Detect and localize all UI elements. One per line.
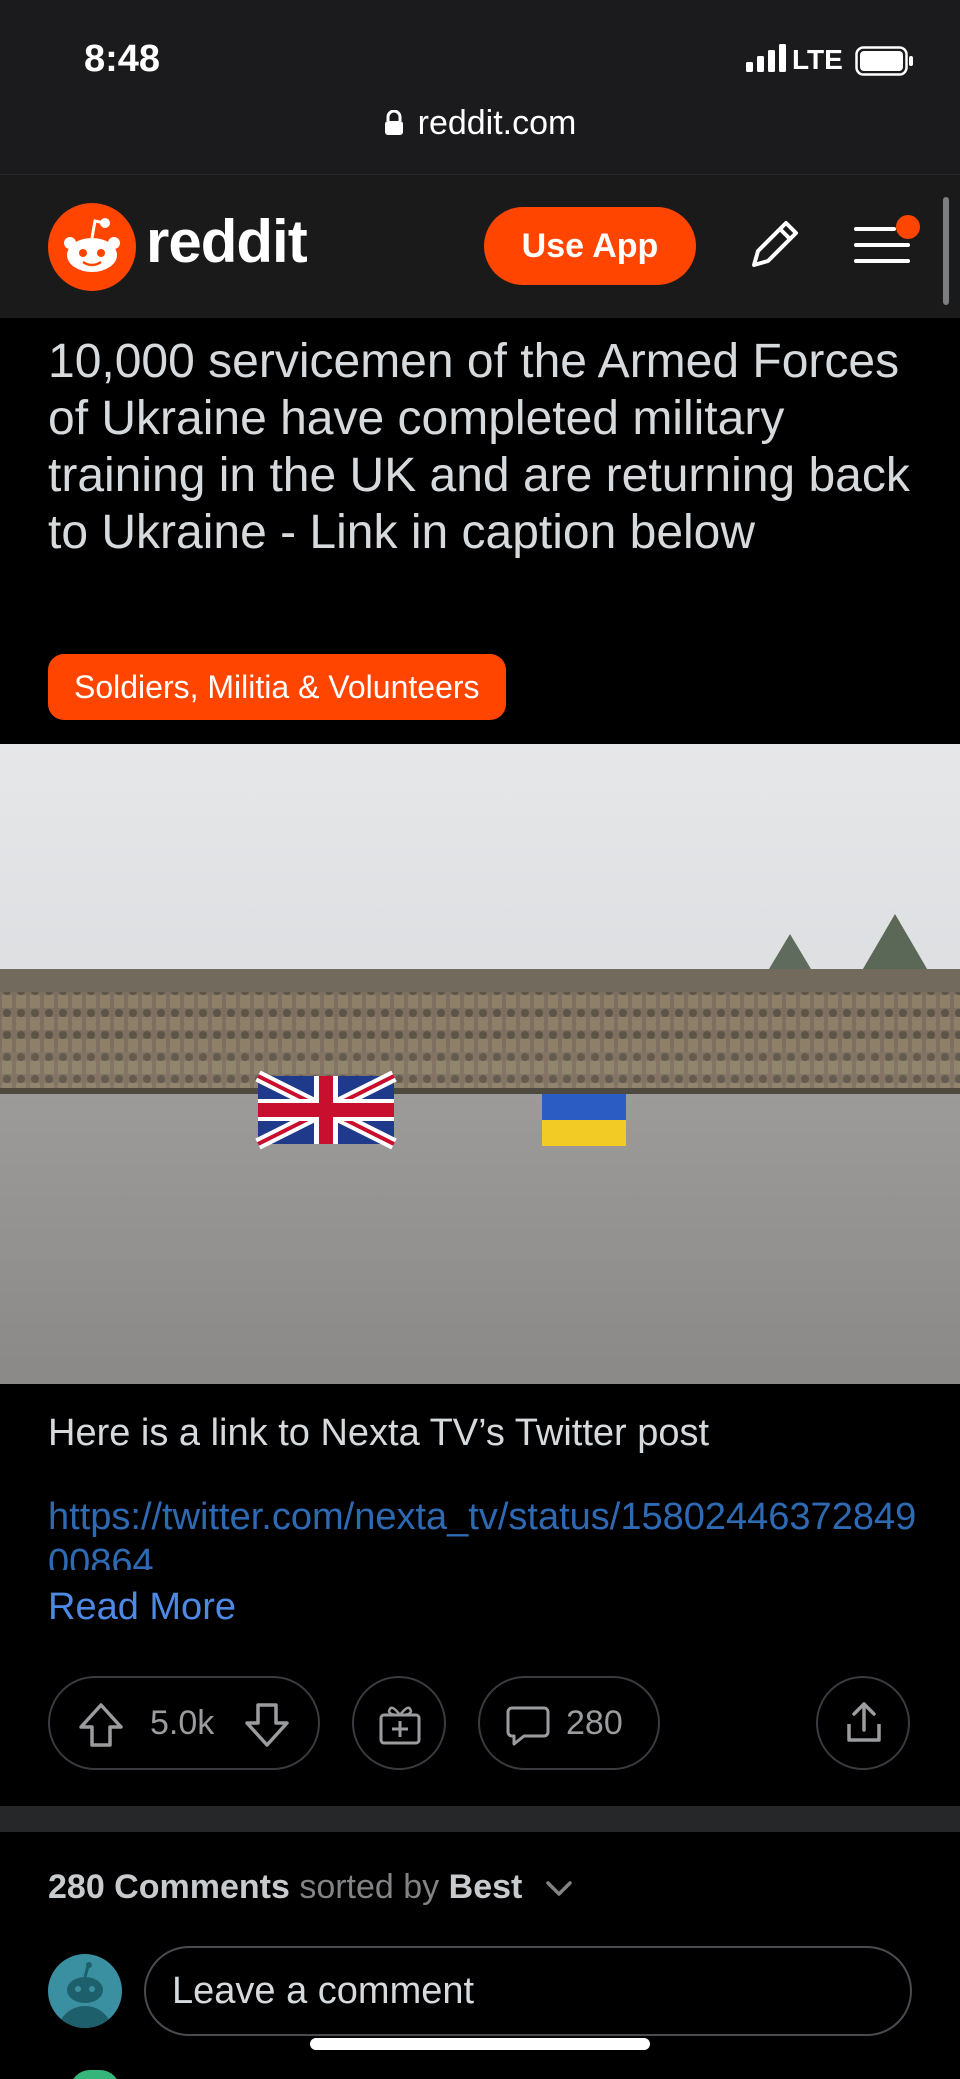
upvote-icon[interactable] xyxy=(76,1700,126,1750)
lock-icon xyxy=(384,110,403,135)
sorted-by-label: sorted by xyxy=(299,1868,440,1906)
avatar[interactable] xyxy=(48,1954,122,2028)
reddit-logo-icon[interactable] xyxy=(48,203,136,291)
address-bar[interactable]: reddit.com xyxy=(0,104,960,143)
downvote-icon[interactable] xyxy=(242,1700,292,1750)
post-body-text: Here is a link to Nexta TV’s Twitter pos… xyxy=(48,1412,710,1454)
chevron-down-icon[interactable] xyxy=(544,1879,574,1899)
post-body-link[interactable]: https://twitter.com/nexta_tv/status/1580… xyxy=(48,1494,928,1570)
comment-bubble-icon xyxy=(506,1706,550,1746)
share-button[interactable] xyxy=(816,1676,910,1770)
section-divider xyxy=(0,1806,960,1832)
menu-icon[interactable] xyxy=(852,213,924,277)
comment-count: 280 xyxy=(566,1704,623,1742)
read-more-link[interactable]: Read More xyxy=(48,1586,236,1629)
ukraine-flag xyxy=(542,1094,626,1146)
next-comment-avatar xyxy=(70,2070,120,2079)
sort-value[interactable]: Best xyxy=(449,1868,523,1906)
post-flair[interactable]: Soldiers, Militia & Volunteers xyxy=(48,654,506,720)
comments-button[interactable]: 280 xyxy=(478,1676,660,1770)
comments-sort-bar[interactable]: 280 Comments sorted by Best xyxy=(48,1868,574,1907)
gift-icon xyxy=(379,1706,421,1745)
battery-icon xyxy=(855,46,913,76)
comment-input[interactable] xyxy=(144,1946,912,2036)
signal-icon xyxy=(746,44,786,72)
create-post-pencil-icon[interactable] xyxy=(742,213,806,277)
reddit-wordmark[interactable]: reddit xyxy=(146,207,308,276)
post-image[interactable] xyxy=(0,744,960,1384)
use-app-button[interactable]: Use App xyxy=(484,207,696,285)
vote-count: 5.0k xyxy=(150,1704,215,1742)
union-flag xyxy=(255,1070,397,1150)
share-icon xyxy=(847,1702,881,1742)
vote-control: 5.0k xyxy=(48,1676,320,1770)
url-text: reddit.com xyxy=(417,104,577,142)
home-indicator[interactable] xyxy=(310,2038,650,2050)
comments-count-label: 280 Comments xyxy=(48,1868,290,1906)
site-header: reddit Use App xyxy=(0,174,960,318)
post-title[interactable]: 10,000 servicemen of the Armed Forces of… xyxy=(48,333,928,561)
award-button[interactable] xyxy=(352,1676,446,1770)
network-type: LTE xyxy=(792,44,843,75)
browser-status-bar: 8:48 LTE reddit.com xyxy=(0,0,960,174)
scrollbar[interactable] xyxy=(943,197,949,305)
clock: 8:48 xyxy=(84,38,161,80)
